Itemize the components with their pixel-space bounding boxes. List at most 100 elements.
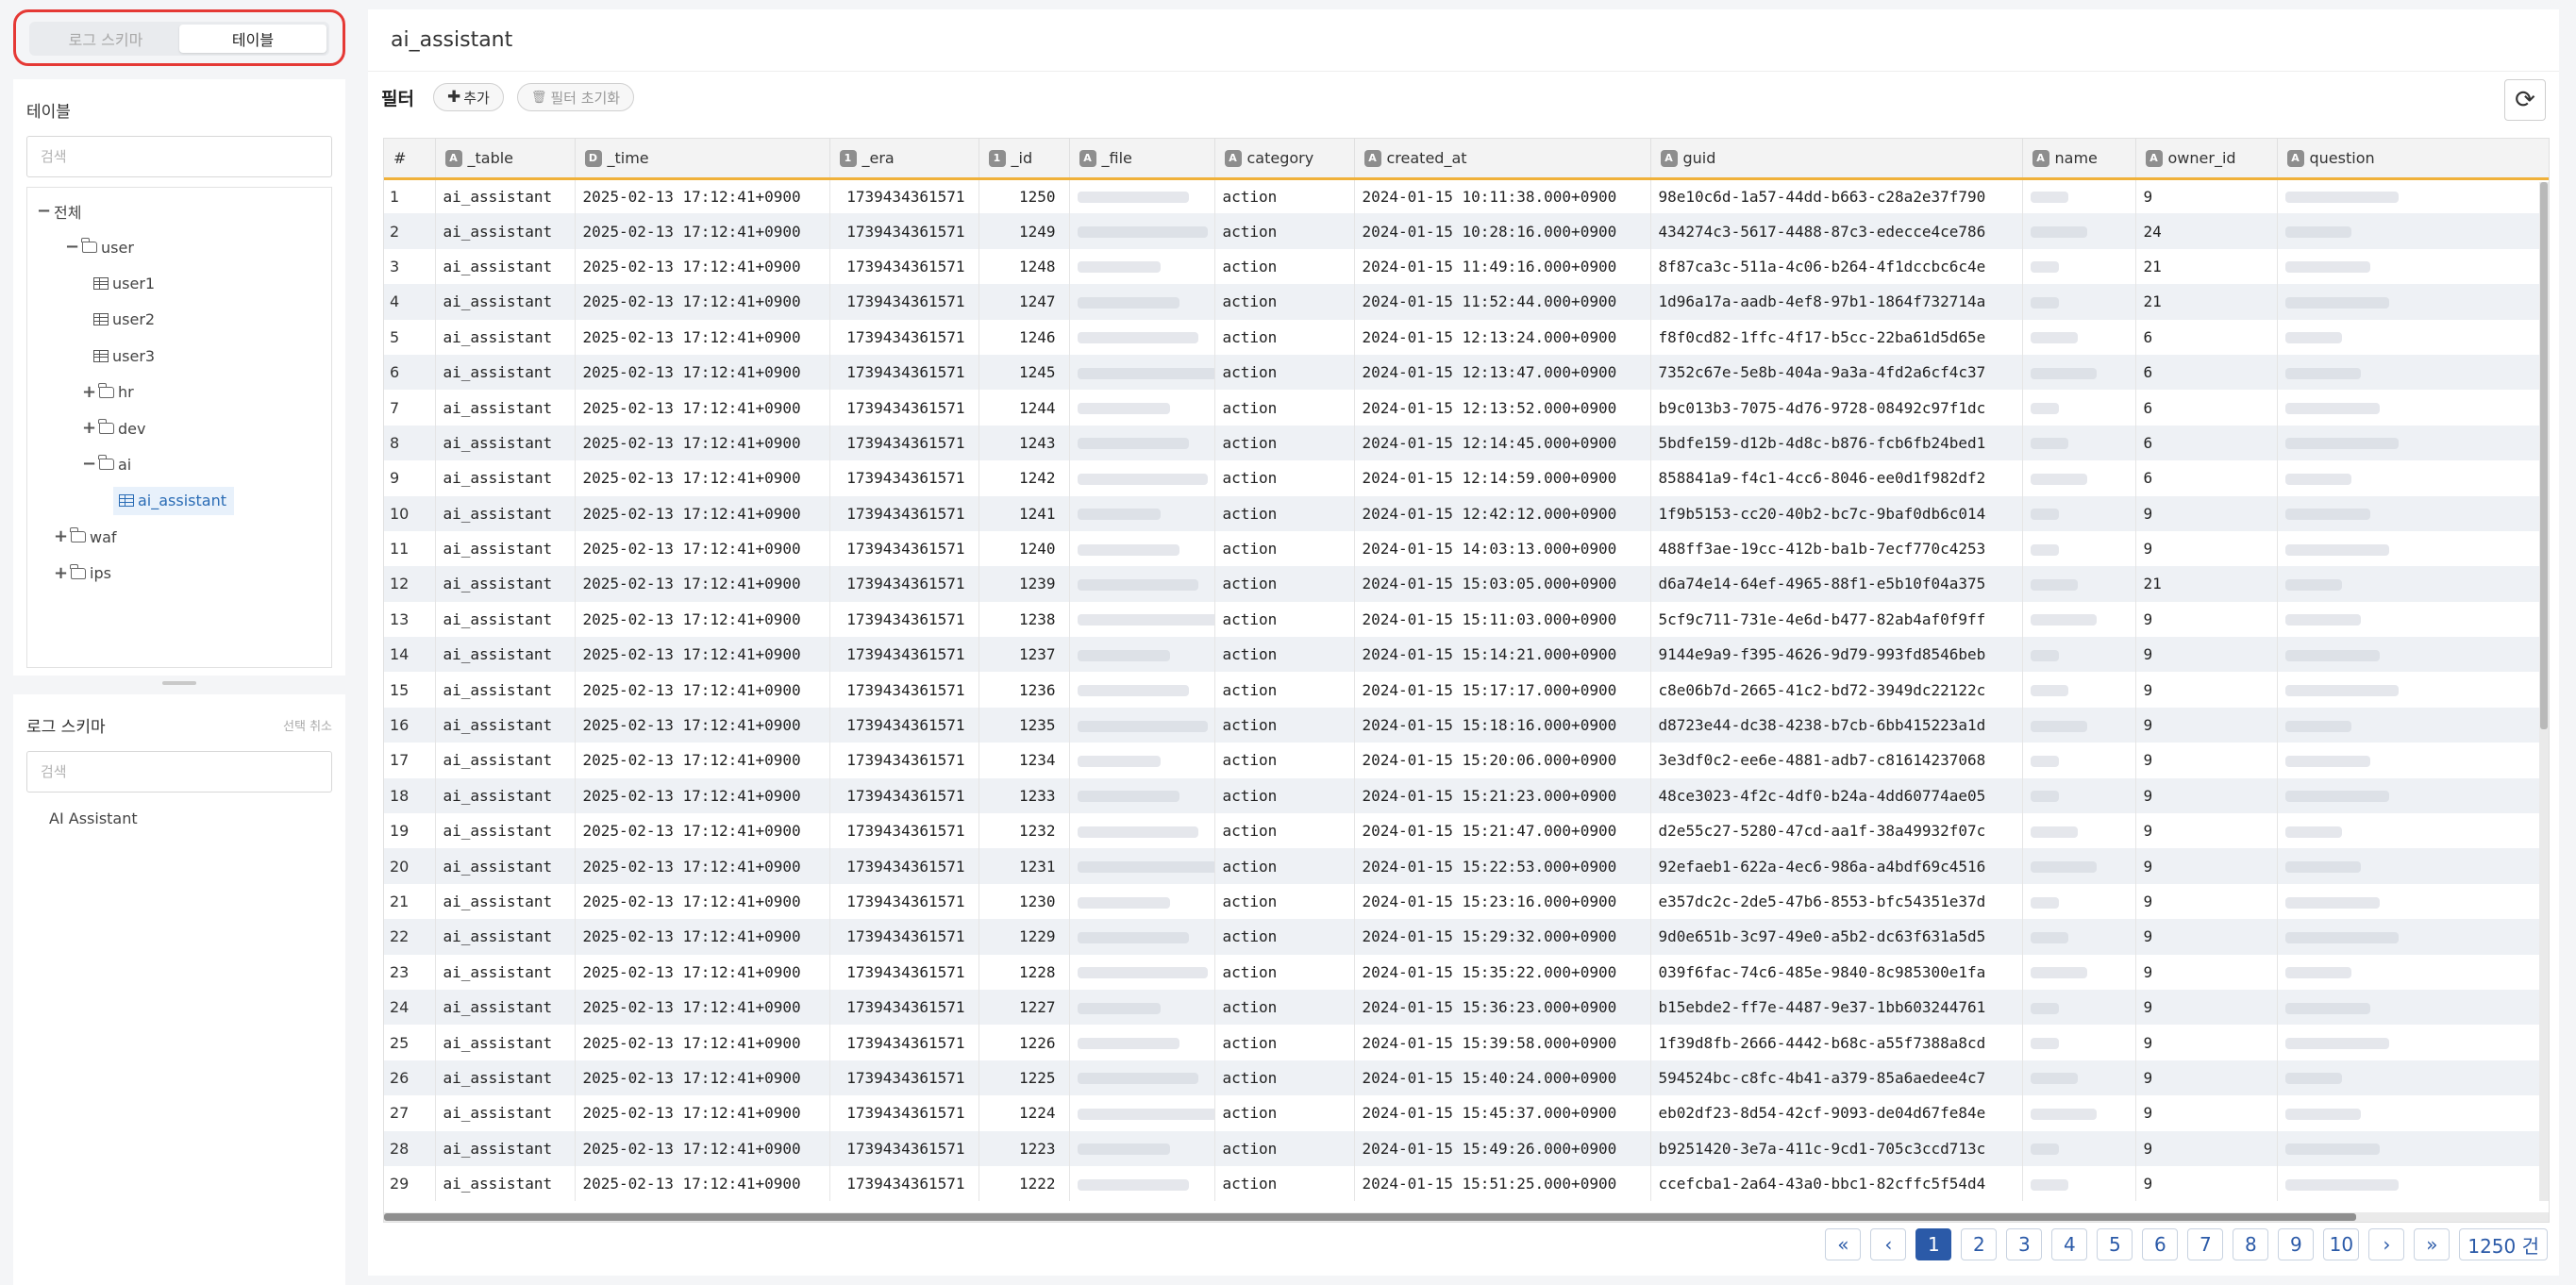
column-header-time[interactable]: D _time [575,139,830,180]
page-8-button[interactable]: 8 [2233,1228,2269,1260]
table-row[interactable]: 4 ai_assistant 2025-02-13 17:12:41+0900 173… [384,284,2549,320]
collapse-icon[interactable]: − [82,456,96,473]
tree-node-folder-hr[interactable]: + hr [82,378,134,407]
table-row[interactable]: 10 ai_assistant 2025-02-13 17:12:41+0900 17… [384,495,2549,531]
table-row[interactable]: 6 ai_assistant 2025-02-13 17:12:41+0900 173… [384,354,2549,391]
table-row[interactable]: 20 ai_assistant 2025-02-13 17:12:41+0900 17… [384,848,2549,884]
expand-icon[interactable]: + [82,383,96,400]
table-row[interactable]: 11 ai_assistant 2025-02-13 17:12:41+0900 17… [384,530,2549,567]
cell-created_at: 2024-01-15 14:03:13.000+0900 [1354,530,1651,567]
horizontal-scrollbar[interactable] [384,1212,2549,1222]
cell-guid: 1f39d8fb-2666-4442-b68c-a55f7388a8cd [1650,1025,2023,1060]
table-search-input[interactable] [26,136,332,177]
deselect-button[interactable]: 선택 취소 [283,716,332,734]
schema-search-input[interactable] [26,751,332,793]
redacted-value [2284,1143,2380,1156]
table-row[interactable]: 19 ai_assistant 2025-02-13 17:12:41+0900 17… [384,813,2549,849]
tree-node-folder-ips[interactable]: + ips [54,559,111,588]
table-row[interactable]: 7 ai_assistant 2025-02-13 17:12:41+0900 173… [384,390,2549,426]
expand-icon[interactable]: + [54,564,68,581]
page-2-button[interactable]: 2 [1961,1228,1998,1260]
table-row[interactable]: 29 ai_assistant 2025-02-13 17:12:41+0900 17… [384,1165,2549,1202]
column-header-guid[interactable]: Aguid [1650,139,2023,180]
tree-node-root[interactable]: − 전체 [37,197,81,225]
tree-node-table-ai-assistant[interactable]: ai_assistant [113,486,234,515]
table-row[interactable]: 26 ai_assistant 2025-02-13 17:12:41+0900 17… [384,1060,2549,1096]
cell-rn: 29 [384,1165,436,1202]
tab-log-schema[interactable]: 로그 스키마 [32,25,179,53]
table-row[interactable]: 22 ai_assistant 2025-02-13 17:12:41+0900 17… [384,919,2549,955]
tree-node-table-user2[interactable]: user2 [93,306,155,334]
page-1-button[interactable]: 1 [1915,1228,1952,1260]
column-header-rn[interactable]: # [384,139,436,180]
horizontal-scroll-thumb[interactable] [384,1213,2356,1221]
column-header-category[interactable]: Acategory [1214,139,1355,180]
tree-node-folder-waf[interactable]: + waf [54,523,117,551]
page-3-button[interactable]: 3 [2006,1228,2043,1260]
tree-node-folder-ai[interactable]: − ai [82,450,131,478]
table-row[interactable]: 9 ai_assistant 2025-02-13 17:12:41+0900 173… [384,460,2549,496]
table-row[interactable]: 13 ai_assistant 2025-02-13 17:12:41+0900 17… [384,601,2549,638]
page-10-button[interactable]: 10 [2323,1228,2360,1260]
table-row[interactable]: 5 ai_assistant 2025-02-13 17:12:41+0900 173… [384,319,2549,355]
cell-owner_id: 9 [2135,989,2278,1026]
table-row[interactable]: 8 ai_assistant 2025-02-13 17:12:41+0900 173… [384,425,2549,461]
add-filter-button[interactable]: ✚ 추가 [432,83,504,111]
collapse-icon[interactable]: − [37,202,51,219]
column-header-owner_id[interactable]: Aowner_id [2135,139,2278,180]
cell-created_at: 2024-01-15 15:49:26.000+0900 [1354,1130,1651,1166]
table-row[interactable]: 1 ai_assistant 2025-02-13 17:12:41+0900 173… [384,178,2549,214]
table-row[interactable]: 3 ai_assistant 2025-02-13 17:12:41+0900 173… [384,248,2549,285]
next-page-button[interactable]: › [2368,1228,2405,1260]
cell-guid: b9c013b3-7075-4d76-9728-08492c97f1dc [1650,390,2023,426]
table-row[interactable]: 24 ai_assistant 2025-02-13 17:12:41+0900 17… [384,989,2549,1026]
tab-tables[interactable]: 테이블 [179,25,326,53]
reset-filter-button[interactable]: 🗑 필터 초기화 [516,83,635,111]
table-row[interactable]: 23 ai_assistant 2025-02-13 17:12:41+0900 17… [384,954,2549,990]
vertical-scrollbar[interactable] [2539,182,2549,1201]
column-header-era[interactable]: 1 _era [829,139,979,180]
collapse-icon[interactable]: − [65,239,79,256]
page-6-button[interactable]: 6 [2142,1228,2179,1260]
panel-resize-handle[interactable] [162,681,196,685]
expand-icon[interactable]: + [54,528,68,545]
cell-rn: 3 [384,248,436,285]
table-row[interactable]: 17 ai_assistant 2025-02-13 17:12:41+0900 17… [384,743,2549,778]
table-row[interactable]: 21 ai_assistant 2025-02-13 17:12:41+0900 17… [384,883,2549,920]
prev-page-button[interactable]: ‹ [1870,1228,1907,1260]
refresh-button[interactable]: ⟳ [2504,79,2546,121]
cell-guid: d6a74e14-64ef-4965-88f1-e5b10f04a375 [1650,566,2023,602]
table-row[interactable]: 16 ai_assistant 2025-02-13 17:12:41+0900 17… [384,707,2549,743]
table-row[interactable]: 25 ai_assistant 2025-02-13 17:12:41+0900 17… [384,1025,2549,1060]
redacted-value [1077,1038,1179,1050]
first-page-button[interactable]: « [1825,1228,1862,1260]
column-header-id[interactable]: 1 _id [979,139,1070,180]
table-row[interactable]: 27 ai_assistant 2025-02-13 17:12:41+0900 17… [384,1095,2549,1131]
table-row[interactable]: 14 ai_assistant 2025-02-13 17:12:41+0900 17… [384,637,2549,673]
column-header-created_at[interactable]: Acreated_at [1354,139,1651,180]
page-9-button[interactable]: 9 [2278,1228,2315,1260]
last-page-button[interactable]: » [2414,1228,2451,1260]
page-7-button[interactable]: 7 [2187,1228,2224,1260]
cell-time: 2025-02-13 17:12:41+0900 [575,743,830,778]
page-4-button[interactable]: 4 [2051,1228,2088,1260]
tree-node-table-user3[interactable]: user3 [93,342,155,370]
table-row[interactable]: 12 ai_assistant 2025-02-13 17:12:41+0900 17… [384,566,2549,602]
column-header-file[interactable]: A _file [1069,139,1215,180]
column-header-table[interactable]: A _table [435,139,576,180]
table-row[interactable]: 28 ai_assistant 2025-02-13 17:12:41+0900 17… [384,1130,2549,1166]
tree-node-table-user1[interactable]: user1 [93,269,155,297]
table-row[interactable]: 15 ai_assistant 2025-02-13 17:12:41+0900 17… [384,672,2549,708]
column-header-name[interactable]: Aname [2022,139,2136,180]
expand-icon[interactable]: + [82,420,96,437]
tree-node-folder-dev[interactable]: + dev [82,414,145,442]
tree-node-label: ips [90,564,111,583]
table-row[interactable]: 18 ai_assistant 2025-02-13 17:12:41+0900 17… [384,777,2549,814]
schema-item-ai-assistant[interactable]: AI Assistant [49,809,332,827]
vertical-scroll-thumb[interactable] [2540,182,2548,729]
column-header-question[interactable]: Aquestion [2277,139,2549,180]
page-5-button[interactable]: 5 [2097,1228,2133,1260]
type-badge-icon: 1 [839,150,857,167]
table-row[interactable]: 2 ai_assistant 2025-02-13 17:12:41+0900 173… [384,213,2549,249]
tree-node-folder-user[interactable]: − user [65,233,134,261]
